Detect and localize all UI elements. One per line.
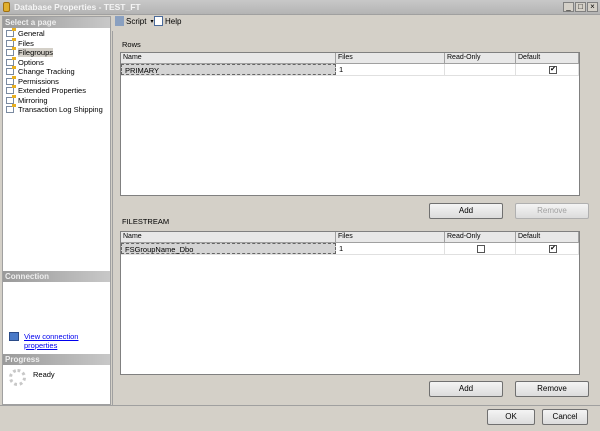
progress-spinner-icon bbox=[9, 369, 26, 386]
page-icon bbox=[6, 75, 16, 85]
window-title: Database Properties - TEST_FT bbox=[14, 2, 141, 12]
sidebar-item-label: Files bbox=[18, 38, 34, 48]
database-icon bbox=[3, 2, 10, 12]
sidebar-item-label: Permissions bbox=[18, 76, 59, 86]
left-panel: Select a page General Files Filegroups O… bbox=[2, 16, 111, 405]
table-row[interactable]: FSGroupName_Dbo 1 ✔ bbox=[121, 243, 579, 255]
page-icon bbox=[6, 85, 16, 94]
help-label: Help bbox=[165, 16, 182, 26]
ok-button[interactable]: OK bbox=[487, 409, 535, 425]
filestream-grid[interactable]: Name Files Read-Only Default FSGroupName… bbox=[120, 231, 580, 375]
sidebar-item-label: Filegroups bbox=[18, 48, 54, 57]
page-icon bbox=[6, 94, 16, 104]
default-cell: ✔ bbox=[516, 64, 579, 75]
sidebar-item-label: Options bbox=[18, 57, 44, 67]
sidebar-item-transaction-log-shipping[interactable]: Transaction Log Shipping bbox=[6, 104, 103, 114]
column-header-read-only[interactable]: Read-Only bbox=[445, 232, 516, 242]
sidebar-item-label: Change Tracking bbox=[18, 67, 75, 76]
files-cell: 1 bbox=[336, 64, 445, 75]
filestream-add-button[interactable]: Add bbox=[429, 381, 503, 397]
connection-icon bbox=[9, 332, 19, 341]
grid-header: Name Files Read-Only Default bbox=[121, 53, 579, 64]
cancel-button[interactable]: Cancel bbox=[542, 409, 588, 425]
sidebar-item-label: General bbox=[18, 29, 45, 38]
script-icon bbox=[115, 16, 124, 26]
page-icon bbox=[6, 104, 16, 113]
name-cell[interactable]: PRIMARY bbox=[121, 64, 336, 75]
page-icon bbox=[6, 47, 16, 56]
name-cell[interactable]: FSGroupName_Dbo bbox=[121, 243, 336, 254]
sidebar-item-files[interactable]: Files bbox=[6, 37, 34, 48]
column-header-files[interactable]: Files bbox=[336, 53, 445, 63]
files-cell: 1 bbox=[336, 243, 445, 254]
column-header-name[interactable]: Name bbox=[121, 232, 336, 242]
page-icon bbox=[6, 56, 16, 66]
rows-add-button[interactable]: Add bbox=[429, 203, 503, 219]
script-button[interactable]: Script ▾ bbox=[115, 16, 153, 26]
page-icon bbox=[6, 66, 16, 75]
select-page-header: Select a page bbox=[3, 17, 110, 28]
default-checkbox[interactable]: ✔ bbox=[549, 66, 557, 74]
read-only-cell bbox=[445, 243, 516, 254]
close-button[interactable]: × bbox=[587, 2, 598, 12]
read-only-checkbox[interactable] bbox=[477, 245, 485, 253]
column-header-read-only[interactable]: Read-Only bbox=[445, 53, 516, 63]
filestream-remove-button[interactable]: Remove bbox=[515, 381, 589, 397]
column-header-files[interactable]: Files bbox=[336, 232, 445, 242]
sidebar-item-label: Transaction Log Shipping bbox=[18, 105, 103, 114]
rows-grid[interactable]: Name Files Read-Only Default PRIMARY 1 ✔ bbox=[120, 52, 580, 196]
help-icon bbox=[154, 16, 163, 26]
filegroups-panel: Rows Name Files Read-Only Default PRIMAR… bbox=[112, 31, 598, 405]
toolbar: Script ▾ Help bbox=[112, 15, 600, 30]
page-icon bbox=[6, 37, 16, 47]
connection-header: Connection bbox=[3, 271, 110, 282]
sidebar-item-label: Mirroring bbox=[18, 95, 48, 105]
column-header-default[interactable]: Default bbox=[516, 53, 579, 63]
filestream-label: FILESTREAM bbox=[122, 217, 170, 226]
grid-header: Name Files Read-Only Default bbox=[121, 232, 579, 243]
rows-remove-button[interactable]: Remove bbox=[515, 203, 589, 219]
page-icon bbox=[6, 28, 16, 37]
sidebar-item-label: Extended Properties bbox=[18, 86, 86, 95]
minimize-button[interactable]: _ bbox=[563, 2, 574, 12]
dialog-footer: OK Cancel bbox=[0, 405, 600, 431]
maximize-button[interactable]: □ bbox=[575, 2, 586, 12]
view-connection-properties-link[interactable]: View connection properties bbox=[24, 332, 110, 350]
read-only-cell bbox=[445, 64, 516, 75]
default-checkbox[interactable]: ✔ bbox=[549, 245, 557, 253]
default-cell: ✔ bbox=[516, 243, 579, 254]
progress-status: Ready bbox=[33, 370, 55, 379]
script-label: Script bbox=[126, 16, 147, 26]
column-header-default[interactable]: Default bbox=[516, 232, 579, 242]
table-row[interactable]: PRIMARY 1 ✔ bbox=[121, 64, 579, 76]
column-header-name[interactable]: Name bbox=[121, 53, 336, 63]
sidebar-item-extended-properties[interactable]: Extended Properties bbox=[6, 85, 86, 95]
rows-label: Rows bbox=[122, 40, 141, 49]
title-bar: Database Properties - TEST_FT _ □ × bbox=[0, 0, 600, 15]
progress-header: Progress bbox=[3, 354, 110, 365]
sidebar-item-change-tracking[interactable]: Change Tracking bbox=[6, 66, 75, 76]
help-button[interactable]: Help bbox=[154, 16, 181, 26]
